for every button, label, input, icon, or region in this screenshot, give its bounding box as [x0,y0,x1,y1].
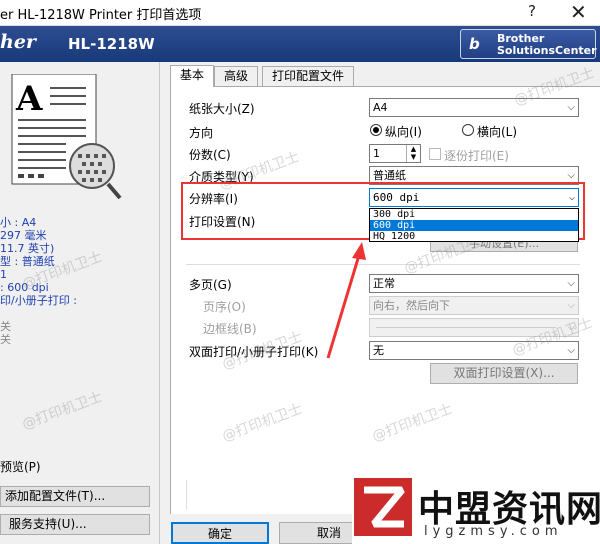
summary-line: 印/小册子打印 : [0,294,77,307]
resolution-select[interactable]: 600 dpi ⌵ [369,188,579,207]
summary-line: : 600 dpi [0,281,49,294]
summary-line [0,307,77,320]
copies-stepper[interactable]: 1 ▲ ▼ [369,144,421,163]
border-select[interactable]: ⌵ [369,318,579,337]
window-title: er HL-1218W Printer 打印首选项 [0,8,202,23]
help-icon[interactable]: ? [528,2,536,20]
annotation-arrow [326,242,366,359]
tab-print-profiles[interactable]: 打印配置文件 [262,66,354,86]
solutions-line2: SolutionsCenter [497,44,597,57]
portrait-label: 纵向(I) [385,125,422,139]
logo-url: lygzmsy.com [424,524,563,539]
portrait-radio[interactable] [370,124,382,136]
chevron-down-icon: ⌵ [567,300,575,311]
chevron-down-icon: ⌵ [567,345,575,356]
support-button[interactable]: 服务支持(U)... [0,514,150,535]
duplex-label: 双面打印/小册子打印(K) [189,345,319,359]
tab-advanced[interactable]: 高级 [214,66,258,86]
duplex-select[interactable]: 无 ⌵ [369,341,579,360]
summary-line: 11.7 英寸) [0,242,55,255]
chevron-down-icon: ⌵ [567,322,575,333]
collate-checkbox[interactable] [429,148,441,160]
border-label: 边框线(B) [203,322,257,336]
resolution-option[interactable]: 300 dpi [370,209,578,220]
summary-line: 1 [0,268,7,281]
site-logo: 中盟资讯网 lygzmsy.com [352,474,600,544]
chevron-down-icon: ⌵ [567,102,575,113]
add-profile-button[interactable]: 添加配置文件(T)... [0,486,150,507]
landscape-radio[interactable] [462,124,474,136]
svg-text:A: A [15,79,43,119]
multipage-label: 多页(G) [189,278,232,292]
orientation-label: 方向 [189,126,214,140]
solutions-center-button[interactable]: b Brother SolutionsCenter [460,29,597,59]
ok-button[interactable]: 确定 [171,522,269,544]
collate-label: 逐份打印(E) [444,149,509,163]
summary-line: 小 : A4 [0,216,37,229]
brother-banner: her HL-1218W b Brother SolutionsCenter [0,26,600,62]
chevron-down-icon: ⌵ [567,170,575,181]
divider [186,264,580,265]
divider [186,480,188,510]
preview-checkbox-label[interactable]: 预览(P) [0,458,41,475]
summary-line: 关 [0,333,11,346]
brother-b-icon: b [469,35,480,53]
resolution-option[interactable]: 600 dpi [370,220,578,231]
printer-model: HL-1218W [68,35,155,53]
duplex-settings-button[interactable]: 双面打印设置(X)... [430,363,578,384]
spin-arrows-icon[interactable]: ▲ ▼ [406,145,420,162]
paper-size-label: 纸张大小(Z) [189,102,255,116]
page-order-select[interactable]: 向右，然后向下 ⌵ [369,296,579,315]
border-line-preview [376,327,556,328]
left-panel: A 小 : A4 297 毫米 11.7 英寸) 型 : 普通纸 1 : 600… [0,62,160,544]
title-bar: er HL-1218W Printer 打印首选项 ? ✕ [0,0,600,26]
tab-basic[interactable]: 基本 [170,65,214,87]
close-icon[interactable]: ✕ [570,0,587,24]
media-type-select[interactable]: 普通纸 ⌵ [369,166,579,185]
chevron-down-icon: ⌵ [568,192,575,203]
logo-mark-icon [354,478,412,536]
settings-summary: 小 : A4 297 毫米 11.7 英寸) 型 : 普通纸 1 : 600 d… [0,216,77,346]
chevron-down-icon: ⌵ [567,278,575,289]
summary-line: 关 [0,320,11,333]
resolution-option[interactable]: HQ 1200 [370,231,578,242]
summary-line: 297 毫米 [0,229,47,242]
landscape-label: 横向(L) [477,125,518,139]
resolution-dropdown: 300 dpi 600 dpi HQ 1200 [369,208,579,242]
summary-line: 型 : 普通纸 [0,255,55,268]
brand-logo: her [0,31,36,53]
paper-size-select[interactable]: A4 ⌵ [369,98,579,117]
print-settings-label: 打印设置(N) [189,215,256,229]
multipage-select[interactable]: 正常 ⌵ [369,274,579,293]
copies-label: 份数(C) [189,148,231,162]
media-type-label: 介质类型(Y) [189,170,254,184]
resolution-label: 分辨率(I) [189,192,238,206]
page-order-label: 页序(O) [203,300,246,314]
